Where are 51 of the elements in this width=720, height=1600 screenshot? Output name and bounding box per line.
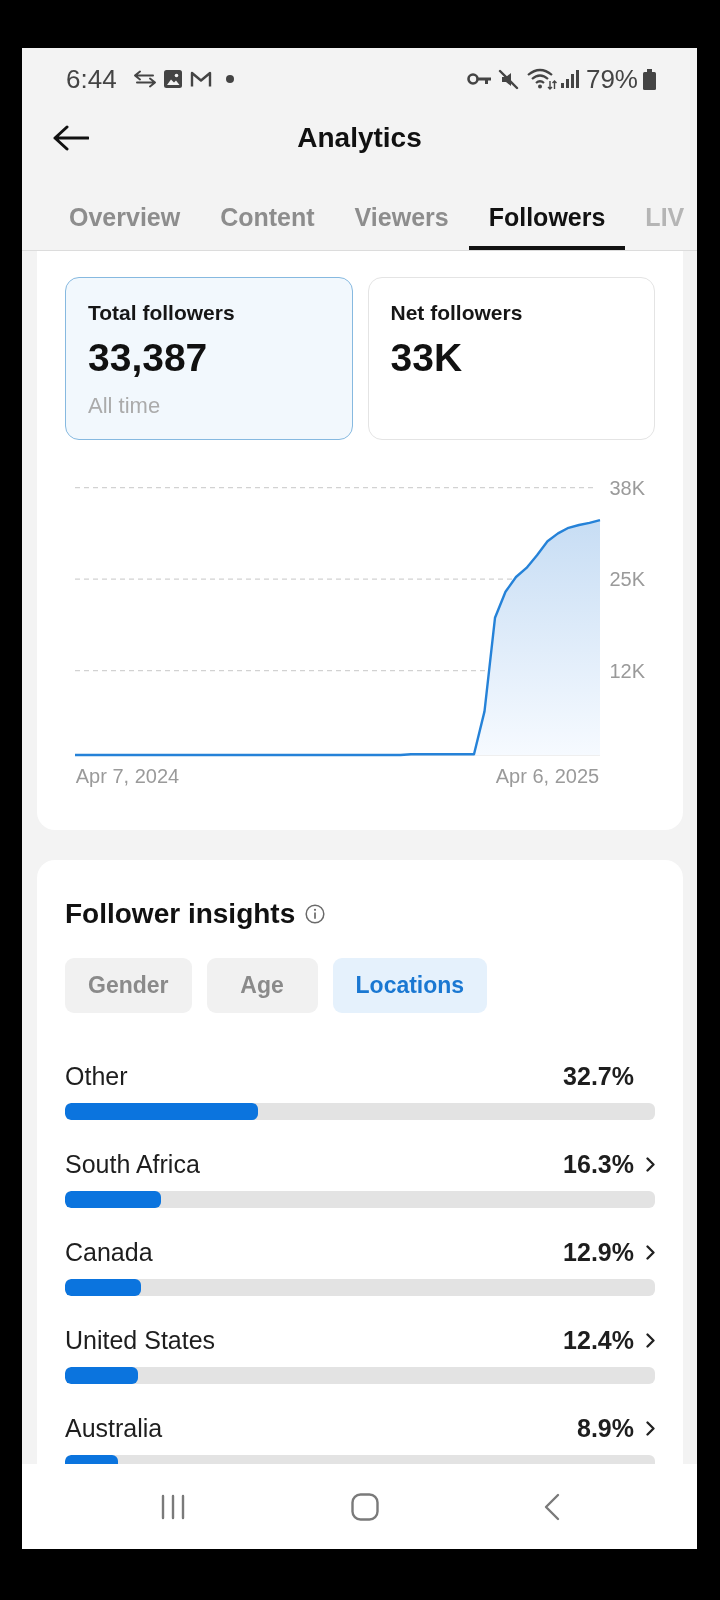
location-share: 12.9% — [563, 1237, 634, 1267]
chevron-right-icon[interactable] — [646, 1244, 655, 1260]
mail-icon — [189, 70, 212, 88]
tab[interactable]: Content — [200, 166, 335, 250]
battery-icon — [643, 68, 656, 90]
location-name: South Africa — [65, 1149, 201, 1179]
filter-tab[interactable]: Locations — [332, 958, 488, 1013]
location-share: 16.3% — [563, 1149, 634, 1179]
back-arrow-icon[interactable] — [53, 125, 89, 151]
location-name: United States — [65, 1325, 217, 1355]
metric-label: Net followers — [390, 301, 523, 325]
metric-value: 33,387 — [88, 336, 208, 380]
tab[interactable]: LIV — [625, 166, 685, 250]
wifi-icon — [525, 67, 557, 91]
location-name: Canada — [65, 1237, 154, 1267]
notification-dot-icon — [225, 75, 234, 83]
metric-label: Total followers — [88, 301, 235, 325]
location-name: Australia — [65, 1413, 164, 1443]
x-axis-label: Apr 6, 2025 — [495, 765, 600, 787]
status-time: 6:44 — [66, 64, 117, 94]
info-icon[interactable] — [305, 904, 326, 924]
home-icon[interactable] — [350, 1492, 379, 1521]
location-share: 12.4% — [563, 1325, 634, 1355]
metric-card[interactable]: Total followers 33,387 All time — [65, 277, 353, 440]
back-icon[interactable] — [543, 1492, 560, 1521]
chevron-right-icon[interactable] — [646, 1420, 655, 1436]
battery-percent: 79% — [585, 64, 638, 94]
y-axis-label: 12K — [609, 659, 645, 682]
tab[interactable]: Viewers — [334, 166, 469, 250]
filter-tab[interactable]: Gender — [65, 958, 192, 1013]
location-name: Other — [65, 1061, 129, 1091]
image-icon — [163, 70, 182, 88]
y-axis-label: 25K — [609, 568, 645, 591]
x-axis-label: Apr 7, 2024 — [75, 765, 180, 787]
location-share: 8.9% — [577, 1413, 634, 1443]
page-title: Analytics — [297, 121, 422, 155]
y-axis-label: 38K — [609, 476, 645, 499]
metric-note: All time — [88, 393, 161, 419]
mute-icon — [497, 68, 519, 90]
signal-icon — [559, 69, 580, 89]
chevron-right-icon[interactable] — [646, 1156, 655, 1172]
section-title: Follower insights — [65, 897, 296, 931]
metric-card[interactable]: Net followers 33K — [367, 277, 655, 440]
key-icon — [466, 72, 492, 86]
filter-tab[interactable]: Age — [206, 958, 318, 1013]
recent-apps-icon[interactable] — [159, 1493, 186, 1520]
location-share: 32.7% — [563, 1061, 634, 1091]
tab[interactable]: Overview — [49, 166, 201, 250]
sync-arrows-icon — [131, 69, 158, 89]
metric-value: 33K — [390, 336, 463, 380]
chevron-right-icon[interactable] — [646, 1332, 655, 1348]
